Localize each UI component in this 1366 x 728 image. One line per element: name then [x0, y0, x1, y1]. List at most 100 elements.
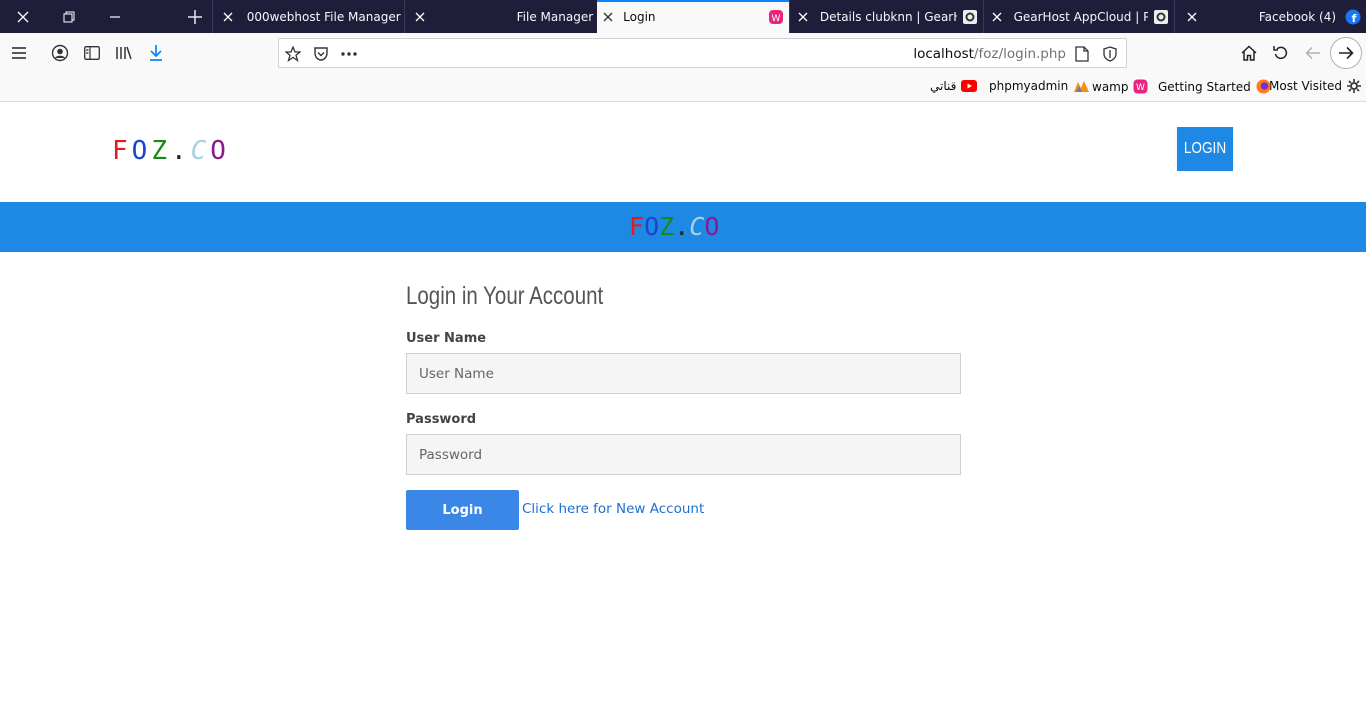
back-button[interactable] [1330, 37, 1362, 69]
banner-logo-letter: C [689, 212, 705, 241]
login-form-title: Login in Your Account [406, 282, 604, 310]
bookmark-phpmyadmin[interactable]: phpmyadmin [989, 79, 1090, 93]
sidebar-button[interactable] [78, 39, 106, 67]
tab-strip: 000webhost File Manager File Manager Log… [0, 0, 1366, 33]
bookmark-label: phpmyadmin [989, 79, 1069, 93]
tab-facebook[interactable]: Facebook (4) f [1174, 0, 1366, 33]
tab-close-icon[interactable] [405, 12, 435, 22]
svg-text:W: W [1137, 83, 1146, 93]
pocket-icon[interactable] [309, 42, 333, 66]
tab-title: Details clubknn | GearHo [819, 9, 957, 24]
bookmark-label: قناتي [930, 79, 957, 93]
downloads-button[interactable] [142, 39, 170, 67]
download-icon [150, 45, 162, 61]
brand-banner: F O Z . C O [0, 202, 1366, 252]
bookmark-most-visited[interactable]: Most Visited [1269, 79, 1362, 93]
tab-title: File Manager [516, 9, 594, 24]
gear-icon [1148, 9, 1174, 24]
navigation-toolbar: localhost/foz/login.php [0, 33, 1366, 73]
tab-title: GearHost AppCloud | Pu [1013, 9, 1149, 24]
banner-logo-letter: Z [659, 212, 675, 241]
arrow-right-icon [1339, 46, 1354, 60]
shield-icon[interactable] [1098, 42, 1122, 66]
new-tab-button[interactable] [178, 0, 212, 33]
logo-letter: Z [151, 136, 171, 166]
tab-title: Login [623, 9, 656, 24]
logo-letter: . [170, 136, 191, 166]
wamp-icon: W [1133, 79, 1148, 94]
library-button[interactable] [110, 39, 138, 67]
site-logo[interactable]: F O Z . C O [112, 136, 230, 166]
close-icon [17, 11, 29, 22]
window-restore-button[interactable] [46, 0, 92, 33]
account-icon [51, 44, 69, 62]
arrow-left-icon [1305, 46, 1320, 60]
tab-gearhost-appcloud[interactable]: GearHost AppCloud | Pu [982, 0, 1175, 33]
bookmark-label: wamp [1092, 79, 1129, 94]
gear-icon [957, 9, 983, 24]
tab-login[interactable]: Login W [597, 0, 789, 33]
logo-letter: O [210, 136, 230, 166]
library-icon [116, 46, 132, 60]
reload-button[interactable] [1267, 39, 1295, 67]
url-path: /foz/login.php [973, 46, 1066, 62]
forward-button-disabled[interactable] [1299, 39, 1327, 67]
bookmark-star-icon[interactable] [281, 42, 305, 66]
password-input[interactable] [406, 434, 961, 475]
youtube-icon [961, 80, 978, 92]
tab-close-icon[interactable] [1175, 12, 1209, 22]
tab-file-manager[interactable]: File Manager [404, 0, 597, 33]
bookmark-label: Most Visited [1269, 79, 1343, 93]
plus-icon [187, 9, 202, 24]
bookmark-label: Getting Started [1158, 79, 1251, 94]
home-button[interactable] [1235, 39, 1263, 67]
restore-icon [63, 11, 75, 22]
banner-logo-letter: O [644, 212, 660, 241]
header-login-button[interactable]: LOGIN [1176, 127, 1234, 171]
bookmark-getting-started[interactable]: Getting Started [1158, 79, 1271, 94]
wamp-icon: W [763, 9, 789, 25]
banner-logo-letter: . [674, 212, 690, 241]
svg-text:W: W [771, 14, 780, 24]
tab-close-icon[interactable] [597, 12, 619, 22]
tab-000webhost[interactable]: 000webhost File Manager [211, 0, 405, 33]
tab-strip-spacer [138, 0, 178, 33]
window-minimize-button[interactable] [92, 0, 138, 33]
tab-close-icon[interactable] [790, 12, 816, 22]
tab-close-icon[interactable] [213, 12, 243, 22]
banner-logo-letter: O [704, 212, 720, 241]
gear-icon [1347, 79, 1362, 93]
window-close-button[interactable] [0, 0, 46, 33]
bookmark-my-channel[interactable]: قناتي [930, 79, 978, 93]
username-input[interactable] [406, 353, 961, 394]
minimize-icon [109, 15, 120, 18]
menu-button[interactable] [5, 39, 33, 67]
page-actions-icon[interactable] [337, 42, 361, 66]
tab-title: Facebook (4) [1258, 9, 1337, 24]
logo-letter: F [112, 136, 132, 166]
bookmark-wamp[interactable]: wamp W [1092, 79, 1148, 94]
reader-view-icon[interactable] [1070, 42, 1094, 66]
firefox-icon [1256, 79, 1271, 94]
phpmyadmin-icon [1074, 81, 1090, 92]
reload-icon [1273, 46, 1288, 60]
account-button[interactable] [46, 39, 74, 67]
svg-text:f: f [1352, 12, 1357, 25]
new-account-link[interactable]: Click here for New Account [522, 501, 704, 517]
logo-letter: C [190, 136, 211, 166]
page-content: F O Z . C O LOGIN F O Z . C O Login in Y… [0, 102, 1366, 728]
home-icon [1241, 45, 1257, 61]
banner-logo: F O Z . C O [629, 212, 719, 241]
bookmarks-toolbar: Most Visited Getting Started wamp W phpm… [0, 73, 1366, 102]
facebook-icon: f [1340, 9, 1366, 25]
login-submit-button[interactable]: Login [406, 490, 519, 530]
logo-letter: O [131, 136, 152, 166]
url-text: localhost/foz/login.php [913, 46, 1066, 62]
tab-title: 000webhost File Manager [246, 9, 401, 24]
hamburger-icon [12, 47, 26, 59]
tab-gearhost-details[interactable]: Details clubknn | GearHo [788, 0, 983, 33]
sidebar-icon [84, 46, 100, 60]
banner-logo-letter: F [629, 212, 645, 241]
address-bar[interactable]: localhost/foz/login.php [278, 38, 1127, 68]
tab-close-icon[interactable] [984, 12, 1010, 22]
